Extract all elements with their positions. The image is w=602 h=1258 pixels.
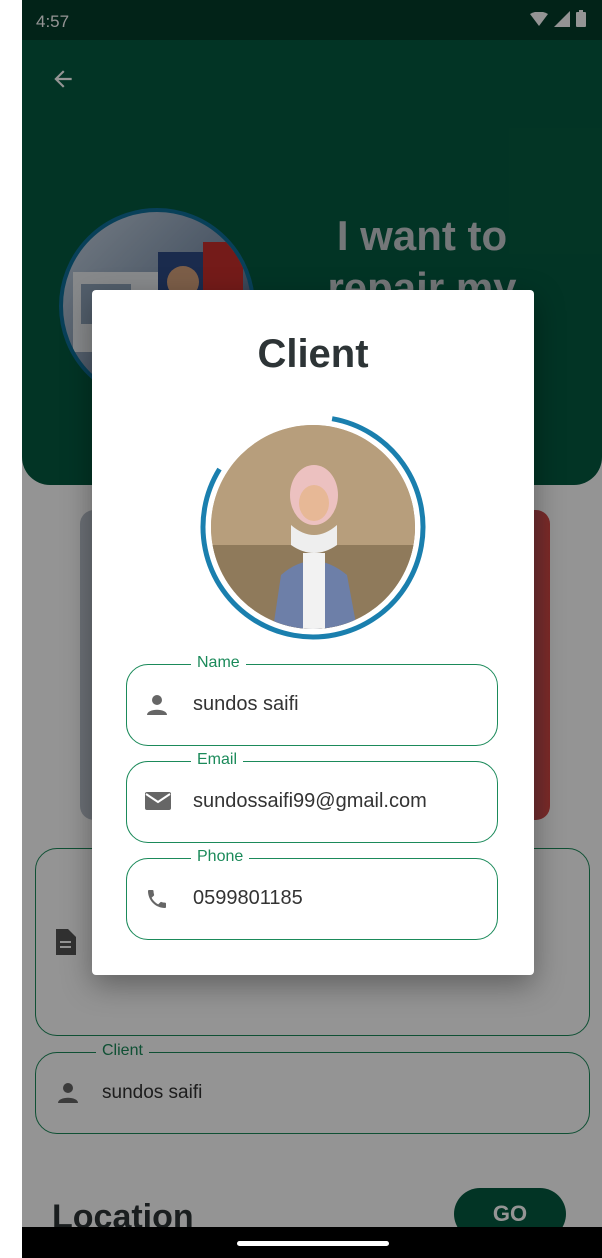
phone-field[interactable]: Phone 0599801185 <box>126 848 498 940</box>
home-gesture-handle[interactable] <box>237 1241 389 1246</box>
email-field-label: Email <box>191 751 244 769</box>
avatar-photo <box>211 425 415 629</box>
name-field-label: Name <box>191 654 246 672</box>
name-field-value: sundos saifi <box>193 693 299 715</box>
app-screen: 4:57 I want to repair my Client sundos s… <box>22 0 602 1258</box>
dialog-title: Client <box>257 332 369 376</box>
client-dialog: Client Name sundos saifi Email sundossai… <box>92 290 534 975</box>
email-field-value: sundossaifi99@gmail.com <box>193 790 427 812</box>
email-field[interactable]: Email sundossaifi99@gmail.com <box>126 751 498 843</box>
phone-field-value: 0599801185 <box>193 887 303 909</box>
email-icon <box>145 792 171 810</box>
name-field[interactable]: Name sundos saifi <box>126 654 498 746</box>
client-avatar <box>198 412 428 642</box>
phone-icon <box>148 890 166 908</box>
person-icon <box>147 695 167 715</box>
phone-field-label: Phone <box>191 848 250 866</box>
navigation-bar <box>22 1227 602 1258</box>
